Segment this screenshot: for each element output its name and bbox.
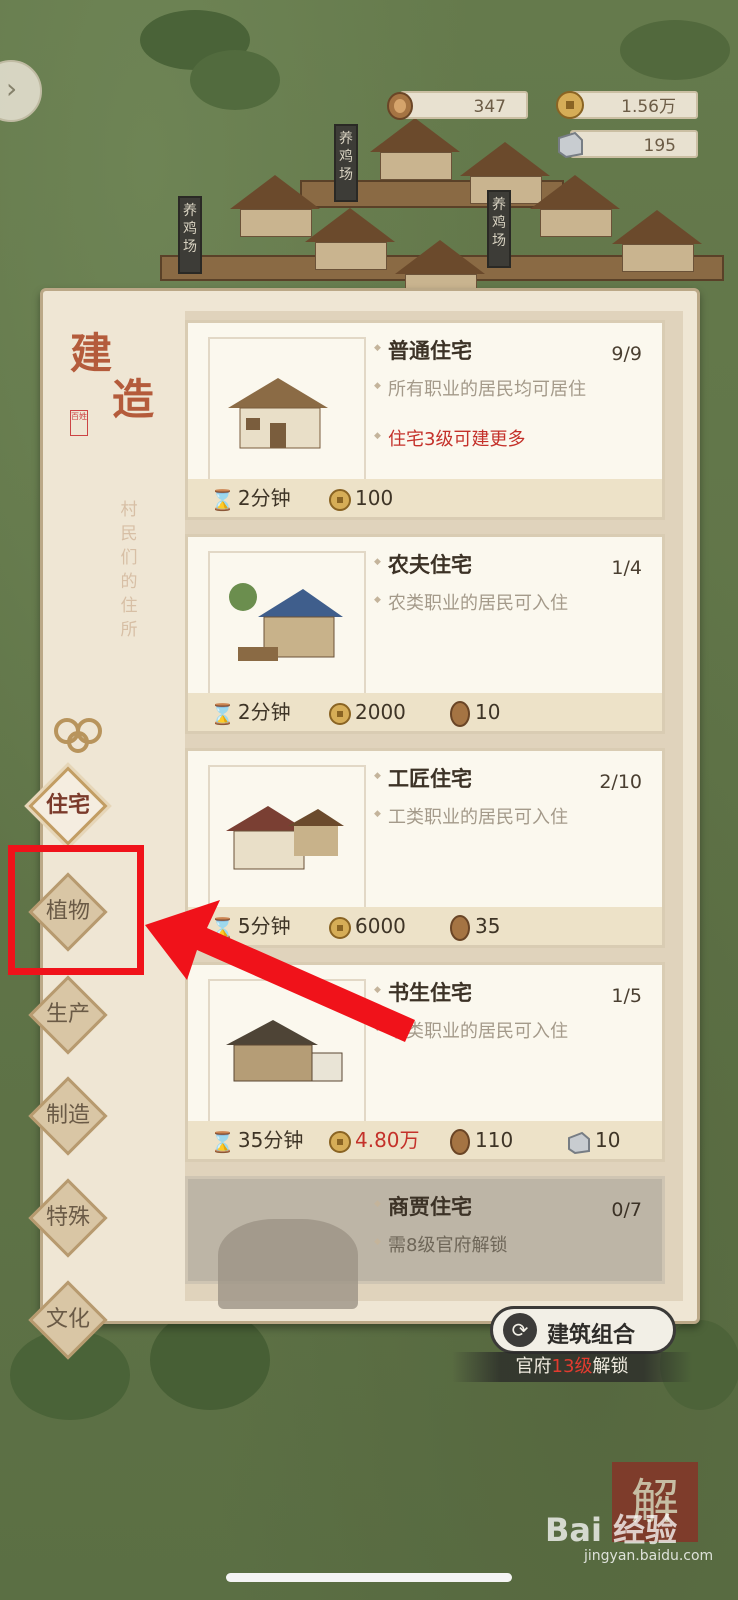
coop-hut xyxy=(530,175,620,237)
tree xyxy=(150,1310,270,1410)
category-tab-manufacturing[interactable]: 制造 xyxy=(28,1076,108,1156)
build-time: ⌛ 2分钟 xyxy=(210,483,291,513)
panel-subtitle: 村民们的住所 xyxy=(120,500,138,640)
locked-house-silhouette xyxy=(218,1219,358,1309)
building-card-farmer[interactable]: 农夫住宅 1/4 农类职业的居民可入住 ⌛2分钟 2000 10 xyxy=(185,534,665,734)
stone-block-icon xyxy=(568,1131,590,1154)
unlock-requirement: 需8级官府解锁 xyxy=(374,1231,508,1257)
building-card-merchant-locked[interactable]: 商贾住宅 0/7 需8级官府解锁 xyxy=(185,1176,665,1309)
coin-cost-insufficient: 4.80万 xyxy=(328,1125,420,1155)
combo-label: 建筑组合 xyxy=(547,1323,636,1348)
coin-cost: 2000 xyxy=(328,697,406,727)
house-illustration xyxy=(226,806,344,870)
building-desc: 所有职业的居民均可居住 xyxy=(374,375,586,401)
building-name: 商贾住宅 xyxy=(374,1191,472,1221)
stone-block-icon xyxy=(552,126,588,162)
building-name: 农夫住宅 xyxy=(374,549,472,579)
refresh-icon: ⟳ xyxy=(503,1313,537,1347)
wood-log-icon xyxy=(450,1128,470,1155)
coop-hut xyxy=(612,210,702,272)
hourglass-icon: ⌛ xyxy=(210,701,235,726)
house-illustration xyxy=(229,583,343,661)
wood-log-icon xyxy=(450,700,470,727)
stone-amount: 195 xyxy=(643,136,676,156)
house-illustration xyxy=(228,378,328,449)
panel-title-char-2: 造 xyxy=(112,375,155,424)
building-desc: 农类职业的居民可入住 xyxy=(374,589,568,615)
baidu-watermark: Bai 经验 xyxy=(545,1511,678,1549)
building-count: 9/9 xyxy=(611,343,642,365)
tree xyxy=(190,50,280,110)
coin-icon xyxy=(329,1130,351,1153)
chicken-farm-banner: 养鸡场 xyxy=(487,190,511,268)
annotation-highlight-box xyxy=(8,845,144,975)
chicken-farm-banner: 养鸡场 xyxy=(178,196,202,274)
category-tab-culture[interactable]: 文化 xyxy=(28,1280,108,1360)
wood-log-icon xyxy=(382,87,418,123)
stone-cost: 10 xyxy=(566,1125,620,1155)
building-count: 1/4 xyxy=(611,557,642,579)
category-tab-production[interactable]: 生产 xyxy=(28,975,108,1055)
coin-resource: 1.56万 xyxy=(556,91,698,119)
upgrade-note: 住宅3级可建更多 xyxy=(374,425,525,451)
coin-amount: 1.56万 xyxy=(621,97,676,117)
stone-resource: 195 xyxy=(558,130,698,159)
building-card-common[interactable]: 普通住宅 9/9 所有职业的居民均可居住 住宅3级可建更多 ⌛2分钟 100 xyxy=(185,320,665,520)
title-seal: 百姓 xyxy=(70,410,88,436)
cost-bar: ⌛ 2分钟 100 xyxy=(188,479,662,517)
coin-icon xyxy=(552,87,588,123)
wood-cost: 10 xyxy=(448,697,500,727)
wood-log-icon xyxy=(450,914,470,941)
home-indicator[interactable] xyxy=(226,1573,512,1582)
coin-icon xyxy=(329,488,351,511)
coin-icon xyxy=(329,702,351,725)
building-count: 2/10 xyxy=(599,771,642,793)
cost-bar: ⌛ 35分钟 4.80万 110 10 xyxy=(188,1121,662,1159)
build-time: ⌛ 35分钟 xyxy=(210,1125,303,1155)
wood-amount: 347 xyxy=(473,97,506,117)
combo-unlock-note: 官府13级解锁 xyxy=(452,1352,692,1382)
building-name: 普通住宅 xyxy=(374,335,472,365)
coop-hut xyxy=(370,118,460,180)
knot-ornament-icon xyxy=(54,718,102,753)
building-count: 1/5 xyxy=(611,985,642,1007)
building-count: 0/7 xyxy=(611,1199,642,1221)
annotation-arrow-icon xyxy=(145,900,415,1042)
panel-title-char-1: 建 xyxy=(70,329,113,378)
coin-cost: 100 xyxy=(328,483,393,513)
baidu-watermark-url: jingyan.baidu.com xyxy=(584,1548,714,1564)
tree xyxy=(620,20,730,80)
coop-hut xyxy=(305,208,395,270)
wood-resource: 347 xyxy=(387,91,528,120)
category-tab-special[interactable]: 特殊 xyxy=(28,1178,108,1258)
building-desc: 工类职业的居民可入住 xyxy=(374,803,568,829)
hourglass-icon: ⌛ xyxy=(210,487,235,512)
building-combo-button[interactable]: ⟳ 建筑组合 xyxy=(490,1306,676,1354)
cost-bar: ⌛ 2分钟 2000 10 xyxy=(188,693,662,731)
build-time: ⌛ 2分钟 xyxy=(210,697,291,727)
hourglass-icon: ⌛ xyxy=(210,1129,235,1154)
wood-cost: 35 xyxy=(448,911,500,941)
chicken-farm-banner: 养鸡场 xyxy=(334,124,358,202)
category-tab-residence[interactable]: 住宅 xyxy=(28,766,108,846)
building-name: 工匠住宅 xyxy=(374,763,472,793)
wood-cost: 110 xyxy=(448,1125,513,1155)
chevron-right-icon: › xyxy=(6,72,18,105)
